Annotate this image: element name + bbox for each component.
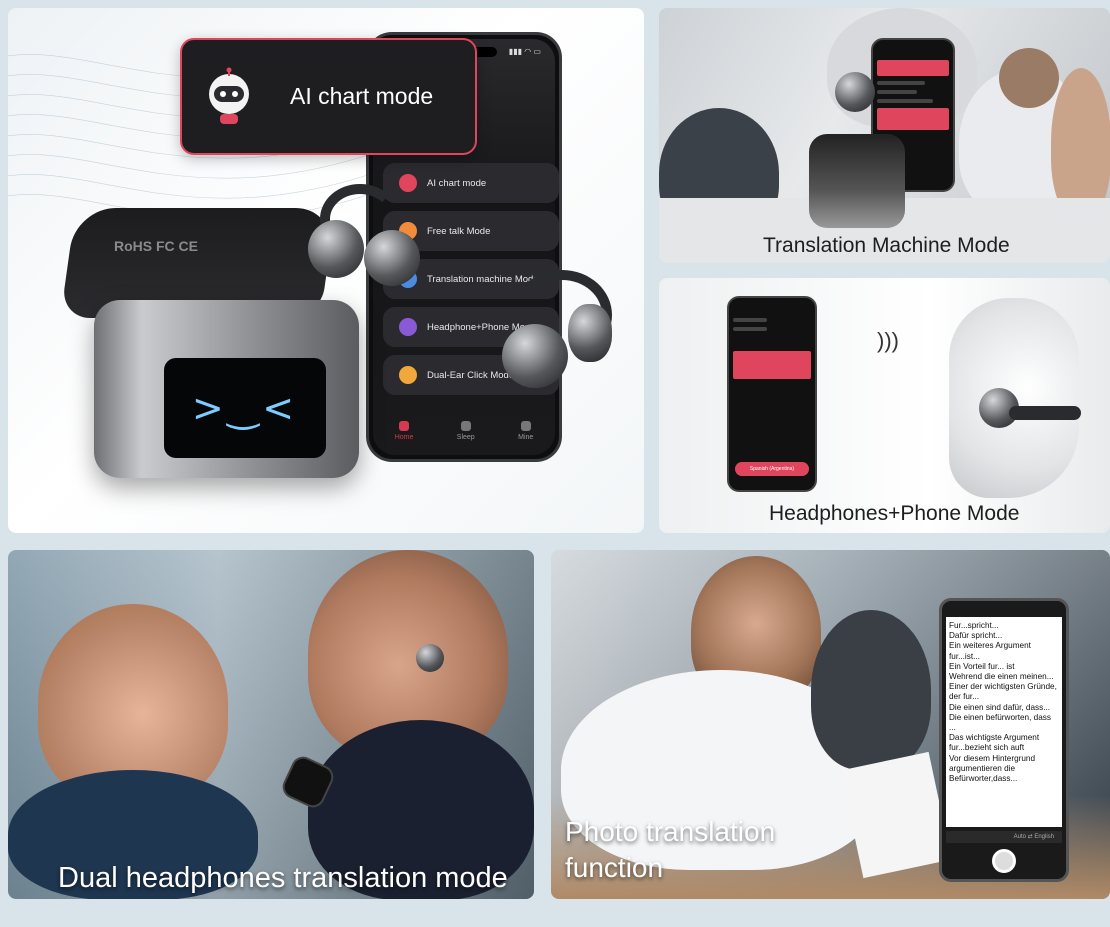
language-button[interactable]: Spanish (Argentina) — [735, 462, 809, 476]
photo-translation-panel: Fur...spricht... Dafür spricht... Ein we… — [551, 550, 1110, 899]
tab-label: Sleep — [456, 434, 475, 441]
phone-chat — [729, 318, 815, 379]
menu-item-label: AI chart mode — [427, 177, 487, 189]
home-icon — [399, 421, 410, 431]
robot-icon — [198, 66, 260, 128]
earbuds-icon — [399, 366, 417, 384]
tab-mine[interactable]: Mine — [518, 421, 533, 441]
headphones-phone-panel: Spanish (Argentina) ))) Headphones+Phone… — [659, 278, 1110, 533]
ai-chart-banner: AI chart mode — [180, 38, 477, 155]
menu-item-label: Dual-Ear Click Mode — [427, 369, 515, 381]
panel-caption: Photo translation function — [565, 814, 775, 886]
translation-machine-panel: Translation Machine Mode — [659, 8, 1110, 263]
menu-item-label: Headphone+Phone Mo — [427, 321, 525, 333]
tab-home[interactable]: Home — [394, 421, 414, 441]
hero-panel: ▮▮▮ ◠ ▭ AI chart mode Free talk Mode Tra… — [8, 8, 644, 533]
earhook — [1009, 406, 1081, 420]
background-person — [811, 610, 931, 770]
caption-line: Photo translation — [565, 816, 776, 847]
language-bar[interactable]: Auto ⇄ English — [946, 831, 1062, 843]
menu-item-ai-chart[interactable]: AI chart mode — [383, 163, 559, 203]
caption-line: function — [565, 852, 664, 883]
tab-label: Mine — [518, 434, 534, 441]
earbud-left-speaker — [364, 230, 420, 286]
shutter-button[interactable] — [992, 849, 1016, 873]
earbud — [416, 644, 444, 672]
phone-chat — [873, 60, 953, 130]
moon-icon — [460, 421, 471, 431]
earbud-right-hook — [568, 304, 612, 362]
person — [1051, 68, 1110, 218]
panel-caption: Translation Machine Mode — [763, 234, 1010, 257]
panel-caption: Headphones+Phone Mode — [769, 502, 1020, 525]
certification-marks: RoHS FC CE — [114, 238, 198, 254]
menu-item-label: Free talk Mode — [427, 225, 491, 237]
signal-icon: ))) — [877, 328, 899, 353]
earbud-right — [502, 324, 568, 388]
headphone-icon — [399, 318, 417, 336]
menu-item-label: Translation machine Mode — [427, 273, 539, 285]
dual-headphones-panel: Dual headphones translation mode — [8, 550, 534, 899]
tab-bar: Home Sleep Mine — [373, 421, 555, 441]
mode-phone: Spanish (Argentina) — [727, 296, 817, 492]
robot-icon — [399, 174, 417, 192]
tab-label: Home — [394, 434, 414, 441]
status-bar: ▮▮▮ ◠ ▭ — [508, 47, 541, 56]
scanned-text: Fur...spricht... Dafür spricht... Ein we… — [946, 617, 1062, 827]
person-head — [999, 48, 1059, 108]
user-icon — [520, 421, 531, 431]
camera-phone: Fur...spricht... Dafür spricht... Ein we… — [939, 598, 1069, 882]
tab-sleep[interactable]: Sleep — [457, 421, 475, 441]
case-display: >‿< — [164, 358, 326, 458]
earbud-left — [308, 220, 364, 278]
banner-label: AI chart mode — [290, 83, 434, 109]
panel-caption: Dual headphones translation mode — [58, 862, 508, 894]
earbud — [835, 72, 875, 112]
charging-case — [809, 134, 905, 228]
